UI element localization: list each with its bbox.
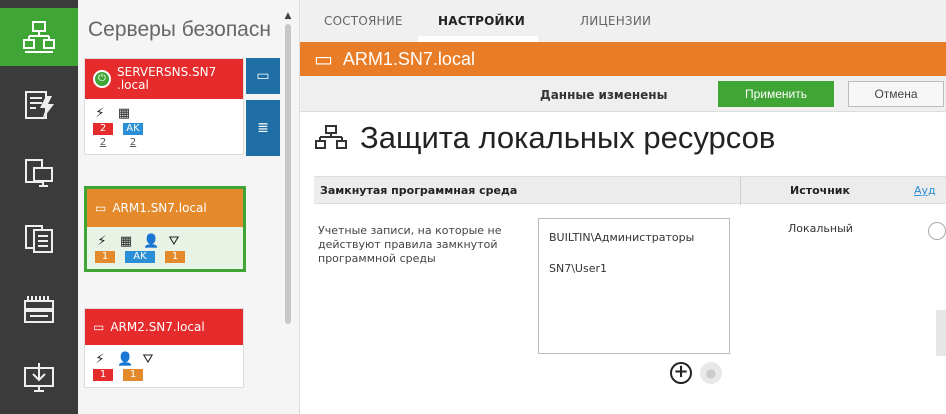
table-header: Замкнутая программная среда Источник Ауд [314,176,946,205]
column-header-audit-link[interactable]: Ауд [914,184,936,197]
scroll-up-arrow-icon[interactable]: ▲ [283,10,293,22]
server-nav-button[interactable] [6,210,72,268]
delete-icon[interactable]: ● [700,362,722,384]
security-nav-button[interactable] [6,76,72,134]
server-list-title: Серверы безопасн [88,18,271,41]
section-heading: Защита локальных ресурсов [314,120,775,156]
main-panel: СОСТОЯНИЕ НАСТРОЙКИ ЛИЦЕНЗИИ ▭ ARM1.SN7.… [300,0,946,414]
source-value: Локальный [788,222,853,235]
server-card-arm1[interactable]: ▭ ARM1.SN7.local ⚡ ▦ 👤 ⛛ 1 AK 1 [84,186,246,272]
network-nav-button[interactable] [0,8,78,66]
list-scrollbar[interactable]: ▲ [283,10,293,330]
tab-licenses[interactable]: ЛИЦЕНЗИИ [580,14,651,28]
list-item[interactable]: SN7\User1 [549,262,719,275]
user-count-badge: 1 [123,369,143,381]
server-card-arm2[interactable]: ▭ ARM2.SN7.local ⚡ 👤 ⛛ 1 1 [84,308,244,388]
server-hostname: ARM2.SN7.local [110,319,205,334]
scroll-thumb[interactable] [285,24,291,324]
lightning-icon: ⚡ [95,105,105,121]
power-icon: ⏻ [93,70,111,88]
monitor-icon: ▭ [256,68,270,84]
alert-count-badge: 1 [95,251,115,263]
nav-rail [0,0,78,414]
filter-icon: ⛛ [168,233,180,249]
alert-count-badge: 1 [93,369,113,381]
computer-view-tab[interactable]: ▭ [246,58,280,94]
add-icon[interactable]: + [670,362,692,384]
download-nav-button[interactable] [6,348,72,406]
sub-count-link[interactable]: 2 [93,137,113,148]
user-icon: 👤 [117,351,134,367]
network-shield-icon [315,125,347,149]
chip-icon: ▦ [117,105,131,121]
host-title: ARM1.SN7.local [342,48,475,69]
switch-nav-button[interactable] [6,280,72,338]
chip-icon: ▦ [119,233,133,249]
changes-status: Данные изменены [540,88,668,102]
computer-nav-button[interactable] [6,144,72,202]
server-card-serversns[interactable]: ⏻ SERVERSNS.SN7 .local ⚡ ▦ 2 AK 2 2 [84,58,244,155]
tab-state[interactable]: СОСТОЯНИЕ [324,14,403,28]
tab-settings[interactable]: НАСТРОЙКИ [438,14,525,28]
av-badge: AK [123,123,143,135]
server-view-tab[interactable]: ≣ [246,100,280,156]
server-hostname: SERVERSNS.SN7 [117,65,217,79]
accounts-listbox[interactable]: BUILTIN\Администраторы SN7\User1 [538,218,730,354]
lightning-icon: ⚡ [95,351,105,367]
alert-count-badge: 2 [93,123,113,135]
security-icon [25,91,54,120]
audit-radio[interactable] [928,222,946,240]
action-bar: Данные изменены Применить Отмена [300,76,946,112]
server-hostname-suffix: .local [117,78,149,92]
server-stack-icon: ≣ [257,120,269,136]
av-badge: AK [125,251,155,263]
download-icon [24,363,54,392]
monitor-icon: ▭ [95,201,107,215]
network-icon [23,21,55,53]
tab-bar: СОСТОЯНИЕ НАСТРОЙКИ ЛИЦЕНЗИИ [300,0,946,42]
section-title: Защита локальных ресурсов [360,120,776,155]
right-scrollbar[interactable] [936,310,946,356]
sub-count-link[interactable]: 2 [123,137,143,148]
list-item[interactable]: BUILTIN\Администраторы [549,231,719,244]
server-card-header: ▭ ARM2.SN7.local [85,309,243,345]
server-card-header: ▭ ARM1.SN7.local [87,189,243,227]
computer-icon [25,159,53,187]
column-header-source: Источник [790,184,850,197]
column-header-env: Замкнутая программная среда [320,184,518,197]
user-icon: 👤 [143,233,160,249]
server-card-header: ⏻ SERVERSNS.SN7 .local [85,59,243,99]
filter-icon: ⛛ [142,351,154,367]
apply-button[interactable]: Применить [718,81,834,107]
lightning-icon: ⚡ [97,233,107,249]
user-count-badge: 1 [165,251,185,263]
row-label: Учетные записи, на которые не действуют … [318,224,502,265]
monitor-icon: ▭ [93,320,105,334]
monitor-icon: ▭ [314,47,333,71]
server-list-pane: Серверы безопасн ▲ ⏻ SERVERSNS.SN7 .loca… [78,0,300,414]
cancel-button[interactable]: Отмена [848,81,944,107]
switch-icon [24,296,54,323]
host-header: ▭ ARM1.SN7.local [300,42,946,76]
server-hostname: ARM1.SN7.local [112,200,207,215]
server-icon [25,225,53,253]
